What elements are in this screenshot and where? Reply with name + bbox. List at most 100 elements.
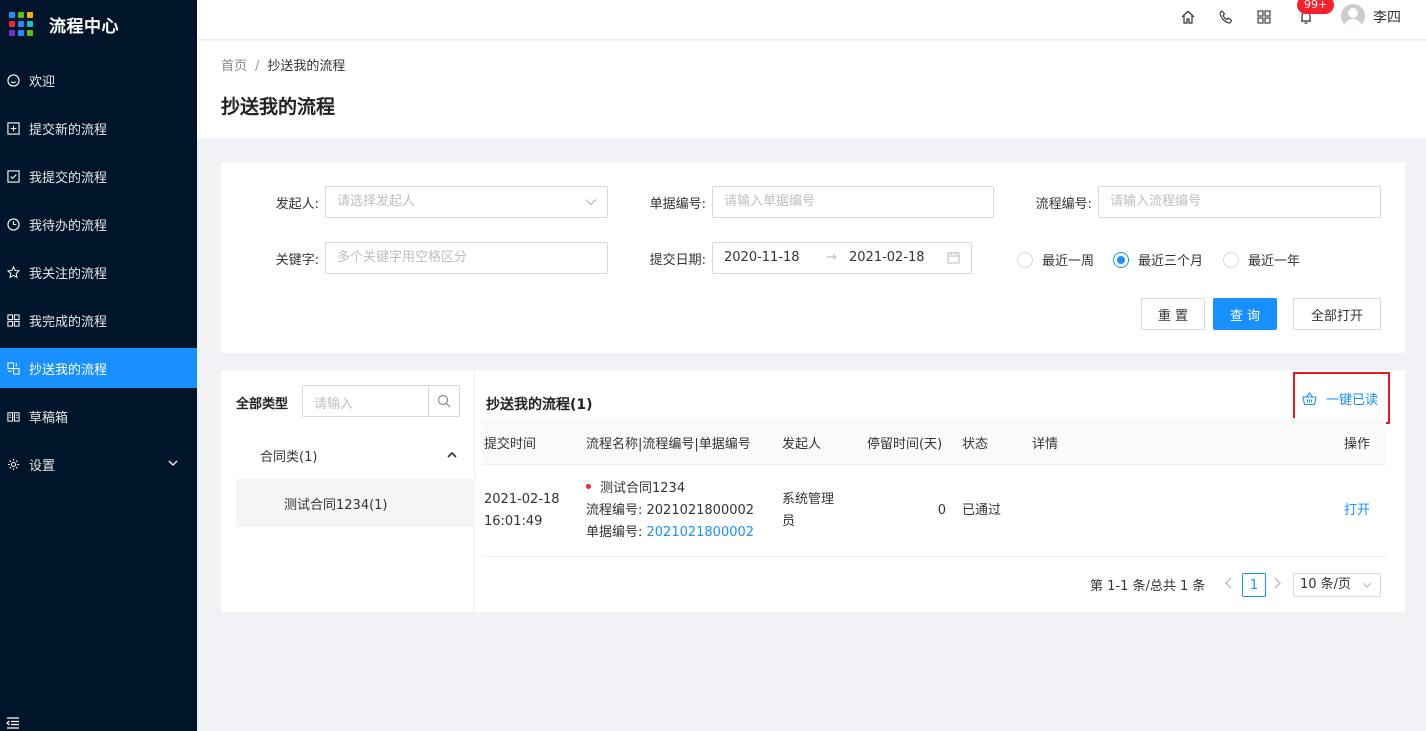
sidebar-item-label: 我关注的流程 xyxy=(29,266,108,282)
sidebar-item-welcome[interactable]: 欢迎 xyxy=(0,60,197,100)
radio-circle xyxy=(1113,251,1129,268)
doc-no-input[interactable]: 请输入单据编号 xyxy=(712,186,994,218)
logo: 流程中心 xyxy=(0,0,197,48)
sidebar-item-cc-me[interactable]: 抄送我的流程 xyxy=(0,348,197,388)
notification-badge: 99+ xyxy=(1297,0,1335,14)
row-open-link[interactable]: 打开 xyxy=(1344,500,1370,522)
flow-no-label: 流程编号: xyxy=(1035,197,1092,212)
column-header: 详情 xyxy=(1032,437,1059,452)
table-row: 2021-02-18 16:01:49 测试合同1234 流程编号: 20210… xyxy=(481,466,1386,557)
row-flow-no: 2021021800002 xyxy=(646,503,755,518)
keyword-input[interactable]: 多个关键字用空格区分 xyxy=(325,242,608,274)
row-date: 2021-02-18 xyxy=(484,492,560,507)
open-all-button[interactable]: 全部打开 xyxy=(1293,298,1381,330)
row-doc-no-label: 单据编号: xyxy=(586,525,647,540)
sidebar-item-my-followed[interactable]: 我关注的流程 xyxy=(0,252,197,292)
sidebar-item-my-submitted[interactable]: 我提交的流程 xyxy=(0,156,197,196)
sidebar-item-label: 我待办的流程 xyxy=(29,218,108,234)
keyword-label: 关键字: xyxy=(275,253,319,268)
tree-search-input[interactable]: 请输入 xyxy=(302,385,460,417)
home-icon[interactable] xyxy=(1180,9,1196,25)
calendar-icon xyxy=(947,251,960,264)
avatar[interactable] xyxy=(1341,4,1365,28)
tree-header[interactable]: 全部类型 xyxy=(236,393,288,412)
mark-all-read-button[interactable]: 一键已读 xyxy=(1293,372,1390,424)
row-flow-info: 测试合同1234 流程编号: 2021021800002 单据编号: 20210… xyxy=(586,478,754,544)
row-initiator-line2: 员 xyxy=(782,514,796,529)
tree-item-test-contract[interactable]: 测试合同1234(1) xyxy=(236,479,475,527)
row-doc-no-link[interactable]: 2021021800002 xyxy=(647,525,755,540)
initiator-select[interactable]: 请选择发起人 xyxy=(325,186,608,218)
radio-last-three-months[interactable]: 最近三个月 xyxy=(1113,250,1203,269)
breadcrumb-home[interactable]: 首页 xyxy=(221,59,247,74)
radio-label: 最近一年 xyxy=(1248,254,1301,269)
row-status: 已通过 xyxy=(962,503,1002,518)
sidebar-item-label: 抄送我的流程 xyxy=(29,362,108,378)
tree-item-label: 测试合同1234(1) xyxy=(284,497,388,513)
reset-button[interactable]: 重 置 xyxy=(1141,298,1205,330)
page-size-select[interactable]: 10 条/页 xyxy=(1293,573,1381,597)
tree-search-placeholder: 请输入 xyxy=(314,397,354,412)
chevron-down-icon xyxy=(168,460,178,466)
check-square-icon xyxy=(6,169,20,183)
read-icon xyxy=(6,409,20,423)
date-range-picker[interactable]: 2020-11-18 → 2021-02-18 xyxy=(712,242,972,274)
pagination-page-1[interactable]: 1 xyxy=(1242,573,1266,597)
column-header: 操作 xyxy=(1344,437,1371,452)
chevron-down-icon xyxy=(1362,582,1372,588)
sidebar-item-label: 我提交的流程 xyxy=(29,170,108,186)
phone-icon[interactable] xyxy=(1218,9,1234,25)
sidebar-item-settings[interactable]: 设置 xyxy=(0,444,197,484)
type-tree-pane: 全部类型 请输入 合同类(1) 测试合同1234(1) xyxy=(221,370,475,612)
mark-all-read-label: 一键已读 xyxy=(1326,392,1379,408)
column-header: 状态 xyxy=(962,437,989,452)
tree-group-contract[interactable]: 合同类(1) xyxy=(260,446,317,465)
username[interactable]: 李四 xyxy=(1373,7,1401,27)
sidebar-item-label: 提交新的流程 xyxy=(29,122,108,138)
radio-circle xyxy=(1223,251,1239,268)
column-header: 流程名称|流程编号|单据编号 xyxy=(586,437,751,452)
row-time: 16:01:49 xyxy=(484,514,543,529)
sidebar-item-label: 草稿箱 xyxy=(29,410,69,426)
page-size-value: 10 条/页 xyxy=(1300,577,1352,592)
chevron-down-icon xyxy=(585,199,597,206)
radio-last-week[interactable]: 最近一周 xyxy=(1017,250,1094,269)
flow-no-input[interactable]: 请输入流程编号 xyxy=(1098,186,1381,218)
radio-label: 最近三个月 xyxy=(1138,254,1204,269)
smile-icon xyxy=(6,73,20,87)
radio-circle xyxy=(1017,251,1033,268)
date-start[interactable]: 2020-11-18 xyxy=(724,243,800,273)
clock-icon xyxy=(6,217,20,231)
chevron-right-icon[interactable] xyxy=(1272,577,1282,589)
menu-fold-icon[interactable] xyxy=(6,717,20,729)
initiator-label: 发起人: xyxy=(275,197,319,212)
sidebar-item-drafts[interactable]: 草稿箱 xyxy=(0,396,197,436)
result-card: 全部类型 请输入 合同类(1) 测试合同1234(1) 抄送我的流程(1) 一键… xyxy=(221,370,1405,612)
initiator-placeholder: 请选择发起人 xyxy=(337,194,416,209)
setting-icon xyxy=(6,457,20,471)
chevron-up-icon[interactable] xyxy=(447,451,457,458)
query-button[interactable]: 查 询 xyxy=(1213,298,1277,330)
appstore-icon[interactable] xyxy=(1256,9,1272,25)
sidebar-item-label: 欢迎 xyxy=(29,74,56,90)
chevron-left-icon[interactable] xyxy=(1224,577,1234,589)
flow-no-placeholder: 请输入流程编号 xyxy=(1110,194,1202,209)
radio-last-year[interactable]: 最近一年 xyxy=(1223,250,1300,269)
sidebar-item-my-completed[interactable]: 我完成的流程 xyxy=(0,300,197,340)
sidebar: 流程中心 欢迎 提交新的流程 我提交的流程 我待办的流程 我关注的流程 我完成的… xyxy=(0,0,197,731)
list-title: 抄送我的流程(1) xyxy=(486,397,593,413)
sidebar-item-label: 设置 xyxy=(29,458,56,474)
sidebar-item-submit-new[interactable]: 提交新的流程 xyxy=(0,108,197,148)
date-label: 提交日期: xyxy=(649,253,706,268)
logo-grid-icon xyxy=(9,12,33,36)
breadcrumb-separator: / xyxy=(255,59,260,74)
basket-icon xyxy=(1302,391,1317,405)
search-button[interactable] xyxy=(428,386,459,416)
sidebar-item-my-todo[interactable]: 我待办的流程 xyxy=(0,204,197,244)
search-icon xyxy=(437,394,451,408)
row-stay-days: 0 xyxy=(937,503,946,518)
date-end[interactable]: 2021-02-18 xyxy=(849,243,925,273)
row-initiator: 系统管理 员 xyxy=(782,489,834,533)
column-header: 发起人 xyxy=(782,437,822,452)
row-flow-no-label: 流程编号: xyxy=(586,503,647,518)
